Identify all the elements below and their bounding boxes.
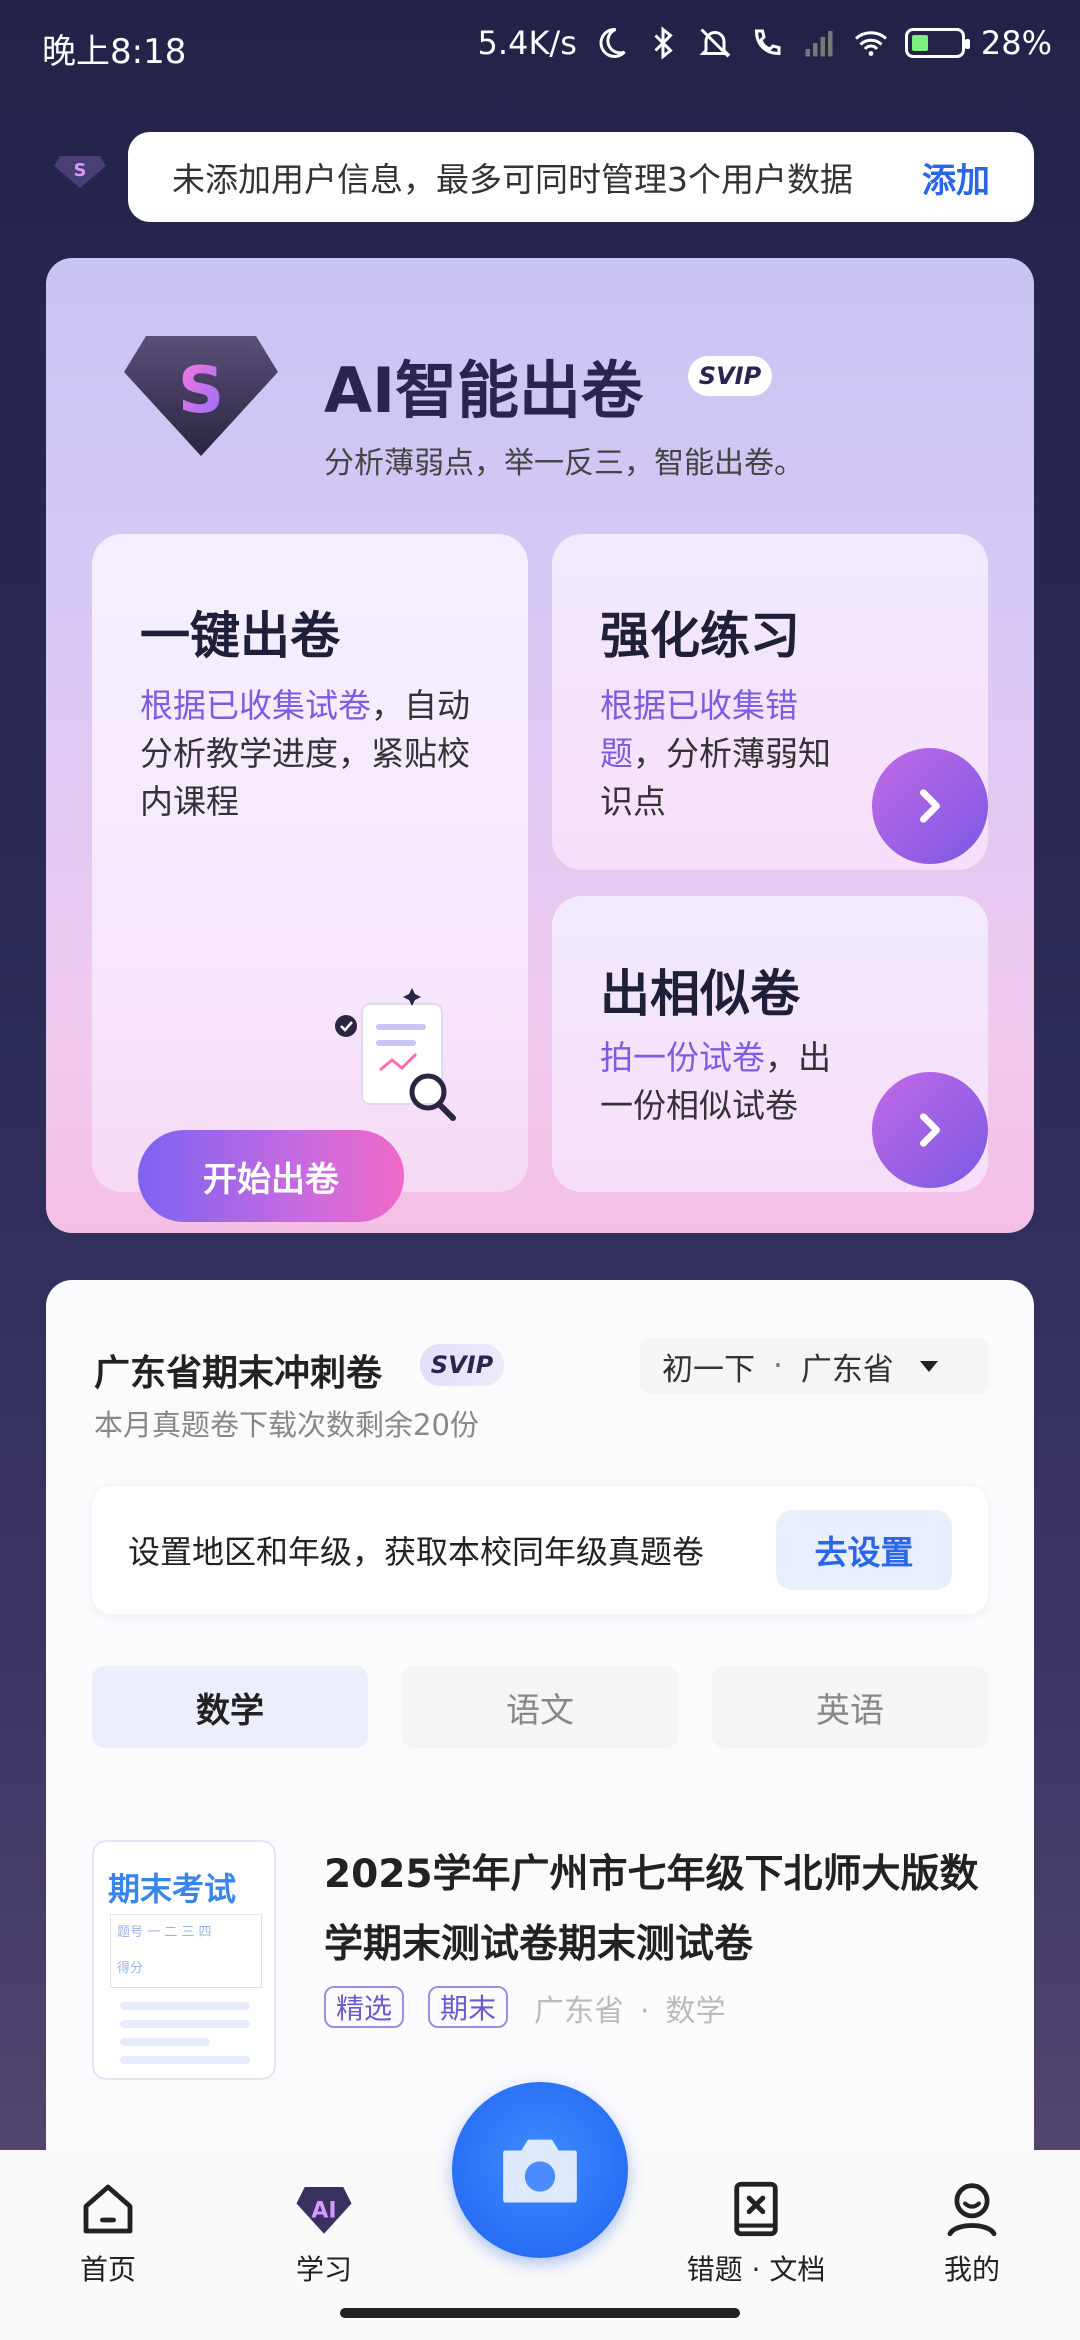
nav-home-label: 首页: [79, 2253, 136, 2286]
network-speed: 5.4K/s: [477, 24, 577, 62]
document-search-icon: [335, 988, 456, 1121]
practice-title: 强化练习: [600, 607, 800, 665]
chevron-right-icon: [920, 789, 940, 823]
caret-down-icon: [919, 1360, 938, 1372]
tab-math[interactable]: 数学: [92, 1666, 368, 1748]
start-exam-button[interactable]: 开始出卷: [138, 1130, 404, 1222]
status-bar: 晚上8:18 5.4K/s 28%: [0, 0, 1080, 90]
call-icon: [754, 29, 781, 56]
tag-featured: 精选: [324, 1986, 405, 2028]
mistake-book-icon: [734, 2181, 778, 2237]
one-click-title: 一键出卷: [140, 607, 340, 665]
tab-chinese[interactable]: 语文: [402, 1666, 678, 1748]
nav-me[interactable]: 我的: [892, 2176, 1052, 2288]
moon-icon: [599, 27, 626, 58]
battery-level: 28%: [980, 24, 1052, 62]
svip-badge-icon: S: [54, 156, 106, 188]
one-click-desc: 根据已收集试卷，自动分析教学进度，紧贴校内课程: [140, 686, 470, 821]
nav-study[interactable]: AI 学习: [244, 2176, 404, 2288]
go-setting-button[interactable]: 去设置: [776, 1510, 952, 1590]
practice-desc: 根据已收集错题，分析薄弱知识点: [600, 686, 831, 821]
wifi-icon: [854, 31, 887, 56]
province-label: 广东省: [800, 1351, 894, 1388]
chevron-right-icon: [920, 1113, 940, 1147]
nav-study-label: 学习: [295, 2253, 352, 2286]
similar-desc: 拍一份试卷，出一份相似试卷: [600, 1038, 831, 1125]
ai-card-subtitle: 分析薄弱点，举一反三，智能出卷。: [324, 446, 804, 481]
tag-final: 期末: [428, 1986, 509, 2028]
svg-text:AI: AI: [311, 2198, 336, 2223]
exam-section-title: 广东省期末冲刺卷: [94, 1353, 383, 1394]
nav-mistakes-label: 错题 · 文档: [686, 2253, 826, 2286]
grade-region-selector[interactable]: 初一下 · 广东省: [640, 1338, 988, 1394]
nav-mistakes[interactable]: 错题 · 文档: [676, 2176, 836, 2288]
notice-text: 未添加用户信息，最多可同时管理3个用户数据: [172, 160, 853, 199]
thumbnail-line: [120, 2038, 210, 2046]
svg-text:S: S: [74, 160, 87, 181]
similar-arrow-button[interactable]: [872, 1072, 988, 1188]
home-indicator: [340, 2308, 740, 2318]
thumbnail-header: 题号 一 二 三 四: [117, 1925, 212, 1940]
similar-title: 出相似卷: [600, 965, 800, 1023]
camera-button[interactable]: [452, 2082, 628, 2258]
practice-panel[interactable]: 强化练习 根据已收集错题，分析薄弱知识点: [552, 534, 988, 870]
practice-arrow-button[interactable]: [872, 748, 988, 864]
final-exam-card: 广东省期末冲刺卷 SVIP 本月真题卷下载次数剩余20份 初一下 · 广东省 设…: [46, 1280, 1034, 2180]
exam-svip-badge: SVIP: [420, 1344, 504, 1386]
add-user-button[interactable]: 添加: [922, 153, 990, 202]
exam-item-meta: 广东省 · 数学: [534, 1994, 726, 2029]
download-quota-text: 本月真题卷下载次数剩余20份: [94, 1408, 479, 1442]
svg-text:S: S: [178, 354, 224, 428]
home-icon: [83, 2184, 133, 2234]
grade-label: 初一下: [662, 1351, 755, 1388]
svip-gem-icon: S: [124, 336, 278, 456]
bell-off-icon: [699, 28, 731, 58]
similar-exam-panel[interactable]: 出相似卷 拍一份试卷，出一份相似试卷: [552, 896, 988, 1192]
setting-text: 设置地区和年级，获取本校同年级真题卷: [128, 1533, 705, 1571]
nav-home[interactable]: 首页: [28, 2176, 188, 2288]
thumbnail-line: [120, 2020, 250, 2028]
subject-tabs: 数学 语文 英语: [92, 1666, 988, 1748]
exam-item-title[interactable]: 2025学年广州市七年级下北师大版数学期末测试卷期末测试卷: [324, 1840, 1004, 1980]
battery-icon: [904, 28, 970, 58]
region-setting-banner: 设置地区和年级，获取本校同年级真题卷 去设置: [92, 1486, 988, 1614]
signal-icon: [805, 31, 833, 57]
bluetooth-icon: [654, 26, 673, 60]
nav-me-label: 我的: [943, 2253, 1000, 2286]
ai-card-title: AI智能出卷: [324, 354, 644, 427]
svip-badge: SVIP: [688, 356, 772, 396]
user-notice-bar: 未添加用户信息，最多可同时管理3个用户数据 添加: [128, 132, 1034, 222]
separator-dot: ·: [773, 1348, 783, 1384]
status-time: 晚上8:18: [42, 32, 187, 72]
thumbnail-line: [120, 2056, 250, 2064]
thumbnail-score-table: 题号 一 二 三 四 得分: [110, 1914, 262, 1988]
ai-exam-card: S AI智能出卷 SVIP 分析薄弱点，举一反三，智能出卷。 一键出卷 根据已收…: [46, 258, 1034, 1233]
one-click-exam-panel[interactable]: 一键出卷 根据已收集试卷，自动分析教学进度，紧贴校内课程 开始出卷: [92, 534, 528, 1222]
tab-english[interactable]: 英语: [712, 1666, 988, 1748]
thumbnail-line: [120, 2002, 250, 2010]
exam-thumbnail[interactable]: 期末考试 题号 一 二 三 四 得分: [92, 1840, 276, 2080]
camera-icon: [503, 2139, 577, 2203]
ai-study-icon: AI: [296, 2187, 352, 2234]
profile-icon: [947, 2183, 997, 2237]
thumbnail-score: 得分: [117, 1961, 144, 1976]
thumbnail-title: 期末考试: [108, 1870, 237, 1908]
